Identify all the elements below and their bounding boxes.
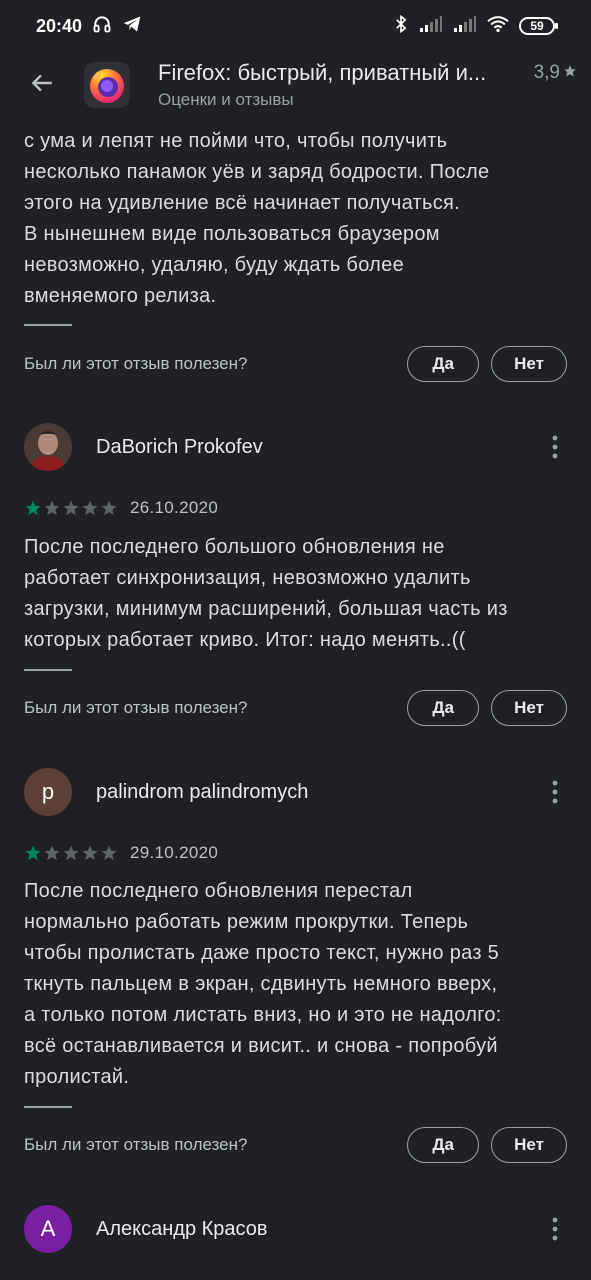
review-author: palindrom palindromych [96, 780, 309, 803]
review-header: DaBorich Prokofev [0, 422, 591, 472]
helpful-yes-button[interactable]: Да [407, 690, 480, 726]
review-line: работает синхронизация, невозможно удали… [24, 567, 471, 589]
star-empty-icon [82, 845, 98, 861]
helpful-question: Был ли этот отзыв полезен? [24, 698, 248, 717]
review-text: с ума и лепят не пойми что, чтобы получи… [0, 126, 591, 312]
review-line: загрузки, минимум расширений, большая ча… [24, 598, 508, 620]
review-line: чтобы пролистать даже просто текст, нужн… [24, 942, 500, 964]
divider [24, 669, 72, 671]
helpful-row: Был ли этот отзыв полезен? Да Нет [0, 688, 591, 728]
avatar: p [24, 768, 72, 816]
review-line: которых работает криво. Итог: надо менят… [24, 629, 466, 651]
helpful-no-button[interactable]: Нет [491, 1127, 567, 1163]
review-author: DaBorich Prokofev [96, 435, 263, 458]
review-date: 26.10.2020 [130, 498, 219, 517]
review-line: пролистай. [24, 1066, 130, 1088]
star-filled-icon [25, 500, 41, 516]
wifi-icon [487, 15, 509, 38]
review-header: A Александр Красов [0, 1204, 591, 1254]
helpful-question: Был ли этот отзыв полезен? [24, 354, 248, 373]
app-bar: Firefox: быстрый, приватный и... Оценки … [0, 52, 591, 118]
star-icon [563, 62, 577, 84]
review-line: вменяемого релиза. [24, 285, 217, 307]
reviews-list[interactable]: с ума и лепят не пойми что, чтобы получи… [0, 118, 591, 1280]
app-rating: 3,9 [534, 62, 577, 84]
helpful-yes-button[interactable]: Да [407, 346, 480, 382]
helpful-no-button[interactable]: Нет [491, 690, 567, 726]
app-title: Firefox: быстрый, приватный и... [158, 60, 487, 85]
review-line: всё останавливается и висит.. и снова - … [24, 1035, 498, 1057]
helpful-row: Был ли этот отзыв полезен? Да Нет [0, 1125, 591, 1165]
page-subtitle: Оценки и отзывы [158, 90, 294, 109]
headphones-icon [92, 14, 112, 39]
review-line: несколько панамок уёв и заряд бодрости. … [24, 161, 490, 183]
helpful-question: Был ли этот отзыв полезен? [24, 1135, 248, 1154]
signal-icon [419, 15, 443, 38]
review-line: ткнуть пальцем в экран, сдвинуть немного… [24, 973, 498, 995]
back-arrow-icon [29, 70, 55, 101]
star-filled-icon [25, 845, 41, 861]
review-stars [24, 844, 118, 862]
back-button[interactable] [0, 52, 84, 118]
signal-icon-2 [453, 15, 477, 38]
review-line: с ума и лепят не пойми что, чтобы получи… [24, 130, 448, 152]
review-date: 29.10.2020 [130, 843, 219, 862]
review-line: После последнего большого обновления не [24, 536, 445, 558]
review-line: а только потом листать вниз, но и это не… [24, 1004, 502, 1026]
review-stars [24, 499, 118, 517]
more-vert-icon[interactable] [543, 1211, 567, 1247]
app-rating-value: 3,9 [533, 62, 560, 83]
star-empty-icon [63, 500, 79, 516]
telegram-icon [122, 14, 142, 39]
review-line: нормально работать режим прокрутки. Тепе… [24, 911, 469, 933]
review-header: p palindrom palindromych [0, 767, 591, 817]
avatar: A [24, 1205, 72, 1253]
star-empty-icon [44, 845, 60, 861]
avatar [24, 423, 72, 471]
star-empty-icon [82, 500, 98, 516]
helpful-yes-button[interactable]: Да [407, 1127, 480, 1163]
review-rating-row: 26.10.2020 [0, 496, 591, 520]
divider [24, 1106, 72, 1108]
star-empty-icon [44, 500, 60, 516]
star-empty-icon [63, 845, 79, 861]
review-line: В нынешнем виде пользоваться браузером [24, 223, 440, 245]
status-bar: 20:40 59 [0, 0, 591, 52]
review-text: После последнего обновления перестал нор… [0, 876, 591, 1093]
review-card: с ума и лепят не пойми что, чтобы получи… [0, 126, 591, 312]
firefox-logo-icon [84, 62, 130, 108]
divider [24, 324, 72, 326]
review-author: Александр Красов [96, 1217, 268, 1240]
star-empty-icon [101, 500, 117, 516]
more-vert-icon[interactable] [543, 774, 567, 810]
more-vert-icon[interactable] [543, 429, 567, 465]
helpful-no-button[interactable]: Нет [491, 346, 567, 382]
status-time: 20:40 [36, 15, 83, 36]
review-line: невозможно, удаляю, буду ждать более [24, 254, 404, 276]
helpful-row: Был ли этот отзыв полезен? Да Нет [0, 344, 591, 384]
review-text: После последнего большого обновления не … [0, 532, 591, 656]
battery-icon: 59 [519, 17, 558, 35]
bluetooth-icon [393, 14, 409, 39]
review-rating-row: 29.10.2020 [0, 841, 591, 865]
star-empty-icon [101, 845, 117, 861]
review-line: После последнего обновления перестал [24, 880, 413, 902]
review-line: этого на удивление всё начинает получать… [24, 192, 461, 214]
